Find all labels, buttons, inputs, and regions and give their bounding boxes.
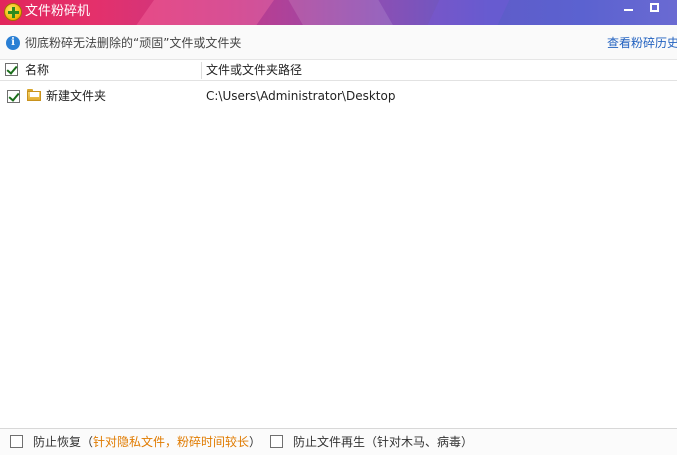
info-bar: i 彻底粉碎无法删除的“顽固”文件或文件夹 查看粉碎历史 (0, 25, 677, 60)
prevent-recovery-text: 防止恢复（ (33, 435, 94, 449)
shredder-app-icon (4, 3, 22, 21)
prevent-recovery-note: 针对隐私文件，粉碎时间较长 (93, 435, 250, 449)
row-file-path: C:\Users\Administrator\Desktop (206, 89, 396, 103)
minimize-icon (624, 9, 633, 11)
prevent-recovery-checkbox[interactable] (10, 435, 23, 448)
row-checkbox[interactable] (7, 90, 20, 103)
title-bar: 文件粉碎机 (0, 0, 677, 25)
maximize-icon (650, 3, 659, 12)
info-message: 彻底粉碎无法删除的“顽固”文件或文件夹 (25, 36, 242, 50)
column-header-path[interactable]: 文件或文件夹路径 (206, 63, 302, 77)
table-header (0, 60, 677, 81)
prevent-recovery-close: ） (249, 435, 262, 449)
prevent-regeneration-checkbox[interactable] (270, 435, 283, 448)
file-list[interactable] (0, 81, 677, 429)
prevent-recovery-label[interactable]: 防止恢复（针对隐私文件，粉碎时间较长） (33, 435, 261, 449)
column-divider[interactable] (201, 62, 202, 79)
maximize-button[interactable] (642, 0, 668, 20)
title-decoration (416, 0, 514, 25)
window-title: 文件粉碎机 (25, 4, 91, 19)
row-file-name: 新建文件夹 (46, 89, 107, 103)
column-header-name[interactable]: 名称 (25, 63, 49, 77)
title-decoration (282, 0, 408, 25)
prevent-regeneration-label[interactable]: 防止文件再生（针对木马、病毒） (293, 435, 473, 449)
title-decoration (118, 0, 282, 25)
view-history-link[interactable]: 查看粉碎历史 (607, 36, 677, 50)
info-icon: i (6, 36, 20, 50)
select-all-checkbox[interactable] (5, 63, 18, 76)
folder-icon (27, 89, 41, 101)
minimize-button[interactable] (616, 0, 642, 20)
